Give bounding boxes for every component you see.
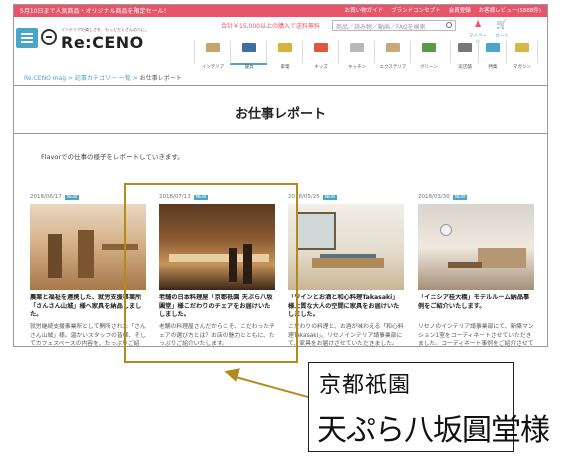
logo-text[interactable]: Re:CENO (61, 33, 144, 52)
new-badge: NEW (452, 195, 468, 200)
category-magazine[interactable]: マガジン (506, 41, 538, 70)
category-label: 特集 (488, 65, 498, 70)
chair-icon (386, 43, 400, 52)
kitchen-icon (350, 43, 364, 52)
category-label: 実店舗 (458, 65, 472, 70)
star-icon (486, 43, 500, 52)
search-placeholder: 商品／読み物／動画／FAQを検索 (336, 24, 426, 31)
category-bedding[interactable]: 寝具 (230, 41, 267, 70)
user-icon[interactable]: ♟ (470, 20, 486, 30)
arrow-head-icon (222, 364, 240, 382)
top-link-reviews[interactable]: お客様レビュー(5888件) (479, 6, 541, 14)
category-label: エクステリア (379, 65, 407, 70)
top-link-guide[interactable]: お買い物ガイド (345, 6, 384, 14)
category-store[interactable]: 実店舗 (450, 41, 479, 70)
breadcrumb-home[interactable]: Re:CENO mag (24, 75, 66, 82)
category-label: マガジン (513, 65, 531, 70)
menu-icon-bar (21, 41, 33, 43)
article-desc: こだわりの料理と、お酒が味わえる「和心料理Takasaki」。リセノインテリア請… (288, 324, 404, 347)
divider (14, 85, 547, 86)
chair-shape (78, 230, 94, 278)
shipping-note: 合計￥15,000以上の購入で送料無料 (221, 23, 320, 30)
lamp-icon (278, 43, 292, 52)
article-card[interactable]: 2018/05/25 NEW 「ワインとお酒と和心料理Takasaki」様上質な大… (288, 183, 404, 347)
breadcrumb: Re:CENO mag > 記事カテゴリー 一覧 > お仕事レポート (24, 73, 182, 82)
menu-button[interactable] (16, 28, 38, 48)
article-card[interactable]: 2018/03/30 NEW 「イニシア桂大橋」モデルルーム納品事例をご紹介いたし… (418, 183, 534, 347)
top-link-concept[interactable]: ブランドコンセプト (391, 6, 441, 14)
divider (14, 133, 547, 134)
breadcrumb-sep: > (67, 75, 75, 82)
callout-line2: 天ぷら八坂圓堂様 (317, 413, 550, 448)
intro-text: Flavorでの仕事の様子をレポートしていきます。 (41, 153, 184, 161)
window-shape (296, 212, 336, 250)
plates-shape (320, 254, 376, 258)
callout-line1: 京都祇園 (319, 373, 412, 398)
promo-bar: 5月10日まで人気商品・オリジナル商品を限定セール！ お買い物ガイド ブランドコ… (14, 5, 547, 17)
toy-icon (314, 43, 328, 52)
category-label: グリーン (420, 65, 438, 70)
menu-icon (21, 33, 33, 35)
cart-icon[interactable]: 🛒 (494, 20, 510, 30)
page-title: お仕事レポート (234, 107, 326, 122)
table-shape (312, 258, 384, 268)
bed-icon (242, 43, 256, 52)
promo-text[interactable]: 5月10日まで人気商品・オリジナル商品を限定セール！ (20, 6, 169, 15)
chair-shape (48, 234, 62, 278)
logo-icon[interactable] (41, 29, 57, 45)
category-kids[interactable]: キッズ (302, 41, 339, 70)
article-desc: リセノのインテリア請事業部にて、新築マンション1室をコーディネートさせていただき… (418, 324, 534, 347)
store-icon (458, 43, 472, 52)
new-badge: NEW (64, 195, 80, 200)
lamp-shape (440, 224, 452, 236)
category-feature[interactable]: 特集 (478, 41, 507, 70)
category-exterior[interactable]: エクステリア (374, 41, 411, 70)
article-image[interactable] (418, 204, 534, 290)
category-kitchen[interactable]: キッチン (338, 41, 375, 70)
breadcrumb-current: お仕事レポート (139, 75, 182, 82)
category-interior[interactable]: インテリア (194, 41, 231, 70)
table-shape (448, 262, 482, 268)
book-icon (515, 43, 529, 52)
menu-icon-bar (21, 37, 33, 39)
callout-sign: 京都祇園 天ぷら八坂圓堂様 (308, 362, 550, 452)
category-label: 家電 (280, 65, 290, 70)
category-label: 寝具 (244, 65, 254, 70)
top-link-register[interactable]: 会員登録 (449, 6, 471, 14)
breadcrumb-sep: > (132, 75, 140, 82)
article-title[interactable]: 「イニシア桂大橋」モデルルーム納品事例をご紹介いたします。 (418, 294, 534, 320)
cart-label[interactable]: カート (492, 33, 512, 39)
search-icon[interactable] (446, 22, 452, 28)
category-appliances[interactable]: 家電 (266, 41, 303, 70)
category-green[interactable]: グリーン (410, 41, 447, 70)
breadcrumb-category[interactable]: 記事カテゴリー 一覧 (75, 75, 131, 82)
search-input[interactable]: 商品／読み物／動画／FAQを検索 (332, 20, 456, 31)
highlight-box (124, 183, 298, 363)
category-label: キッズ (314, 65, 328, 70)
article-date: 2018/06/17 (30, 194, 62, 200)
sofa-shape (478, 248, 526, 268)
top-links: お買い物ガイド ブランドコンセプト 会員登録 お客様レビュー(5888件) (345, 6, 541, 14)
category-label: インテリア (201, 65, 225, 70)
new-badge: NEW (322, 195, 338, 200)
plant-icon (422, 43, 436, 52)
callout-arrow (231, 375, 315, 400)
article-title[interactable]: 「ワインとお酒と和心料理Takasaki」様上質な大人の空間に家具をお届けいたし… (288, 294, 404, 320)
article-date: 2018/03/30 (418, 194, 450, 200)
sofa-icon (206, 43, 220, 52)
category-label: キッチン (348, 65, 366, 70)
article-image[interactable] (288, 204, 404, 290)
